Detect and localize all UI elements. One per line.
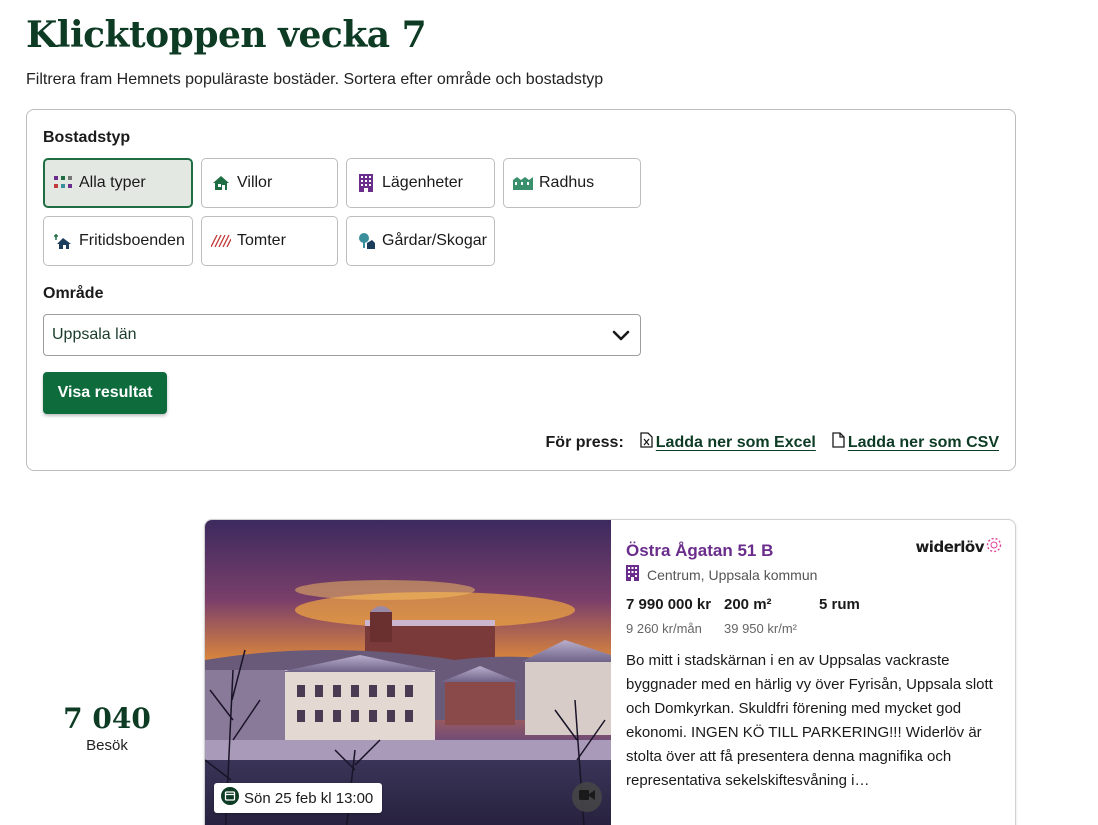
listing-rooms: 5 rum	[819, 596, 860, 613]
type-option-gardar-skogar[interactable]: Gårdar/Skogar	[346, 216, 495, 266]
area-filter-label: Område	[43, 285, 104, 302]
type-filter-label: Bostadstyp	[43, 129, 131, 146]
page-title: Klicktoppen vecka 7	[26, 14, 427, 56]
viewing-badge: Sön 25 feb kl 13:00	[214, 783, 383, 813]
listing-description: Bo mitt i stadskärnan i en av Uppsalas v…	[626, 652, 993, 789]
filter-panel: Bostadstyp Alla typer Villor Lägenheter …	[26, 109, 1016, 471]
listing-card[interactable]: Sön 25 feb kl 13:00 Östra Ågatan 51 B wi…	[204, 519, 1016, 825]
area-select-value: Uppsala län	[52, 326, 137, 343]
type-option-label: Tomter	[237, 232, 286, 249]
apartment-building-icon	[356, 173, 376, 193]
press-downloads: För press: Ladda ner som Excel Ladda ner…	[546, 432, 999, 453]
broker-flower-icon	[986, 537, 1002, 557]
grid-icon	[53, 173, 73, 193]
area-select[interactable]: Uppsala län	[43, 314, 641, 356]
video-button[interactable]	[572, 782, 602, 812]
cabin-icon	[53, 231, 73, 251]
plot-icon	[211, 231, 231, 251]
type-option-label: Alla typer	[79, 174, 146, 191]
show-results-button[interactable]: Visa resultat	[43, 372, 167, 414]
townhouse-icon	[513, 173, 533, 193]
house-icon	[211, 173, 231, 193]
viewing-text: Sön 25 feb kl 13:00	[244, 789, 374, 807]
calendar-icon	[221, 787, 239, 809]
listing-location-text: Centrum, Uppsala kommun	[647, 566, 818, 583]
type-option-label: Lägenheter	[382, 174, 463, 191]
download-csv-link[interactable]: Ladda ner som CSV	[832, 432, 999, 453]
type-option-lagenheter[interactable]: Lägenheter	[346, 158, 495, 208]
listing-address[interactable]: Östra Ågatan 51 B	[626, 541, 773, 561]
type-option-label: Radhus	[539, 174, 595, 191]
farm-tree-icon	[356, 231, 376, 251]
download-excel-label: Ladda ner som Excel	[655, 433, 816, 451]
type-option-label: Villor	[237, 174, 273, 191]
csv-file-icon	[832, 432, 848, 453]
page-subtitle: Filtrera fram Hemnets populäraste bostäd…	[26, 71, 604, 88]
download-excel-link[interactable]: Ladda ner som Excel	[640, 432, 816, 453]
listing-price: 7 990 000 kr	[626, 596, 712, 613]
type-option-fritidsboenden[interactable]: Fritidsboenden	[43, 216, 193, 266]
listing-price-per-sqm: 39 950 kr/m²	[724, 621, 797, 636]
press-label: För press:	[545, 433, 624, 451]
type-option-villor[interactable]: Villor	[201, 158, 338, 208]
listing-location: Centrum, Uppsala kommun	[626, 565, 817, 584]
listing-photo[interactable]: Sön 25 feb kl 13:00	[205, 520, 611, 825]
visit-count-label: Besök	[86, 737, 128, 754]
download-csv-label: Ladda ner som CSV	[847, 433, 999, 451]
chevron-down-icon	[612, 326, 630, 349]
visit-count: 7 040 Besök	[52, 702, 162, 754]
excel-file-icon	[640, 432, 656, 453]
type-option-label: Fritidsboenden	[79, 232, 185, 249]
listing-size: 200 m²	[724, 596, 772, 613]
type-option-label: Gårdar/Skogar	[382, 232, 487, 249]
visit-count-value: 7 040	[63, 702, 151, 735]
type-option-tomter[interactable]: Tomter	[201, 216, 338, 266]
type-option-radhus[interactable]: Radhus	[503, 158, 641, 208]
type-option-all[interactable]: Alla typer	[43, 158, 193, 208]
broker-logo: widerlöv	[915, 537, 1002, 557]
video-camera-icon	[579, 788, 595, 806]
listing-fee: 9 260 kr/mån	[626, 621, 702, 636]
apartment-building-icon	[626, 565, 639, 584]
broker-name: widerlöv	[915, 538, 984, 556]
